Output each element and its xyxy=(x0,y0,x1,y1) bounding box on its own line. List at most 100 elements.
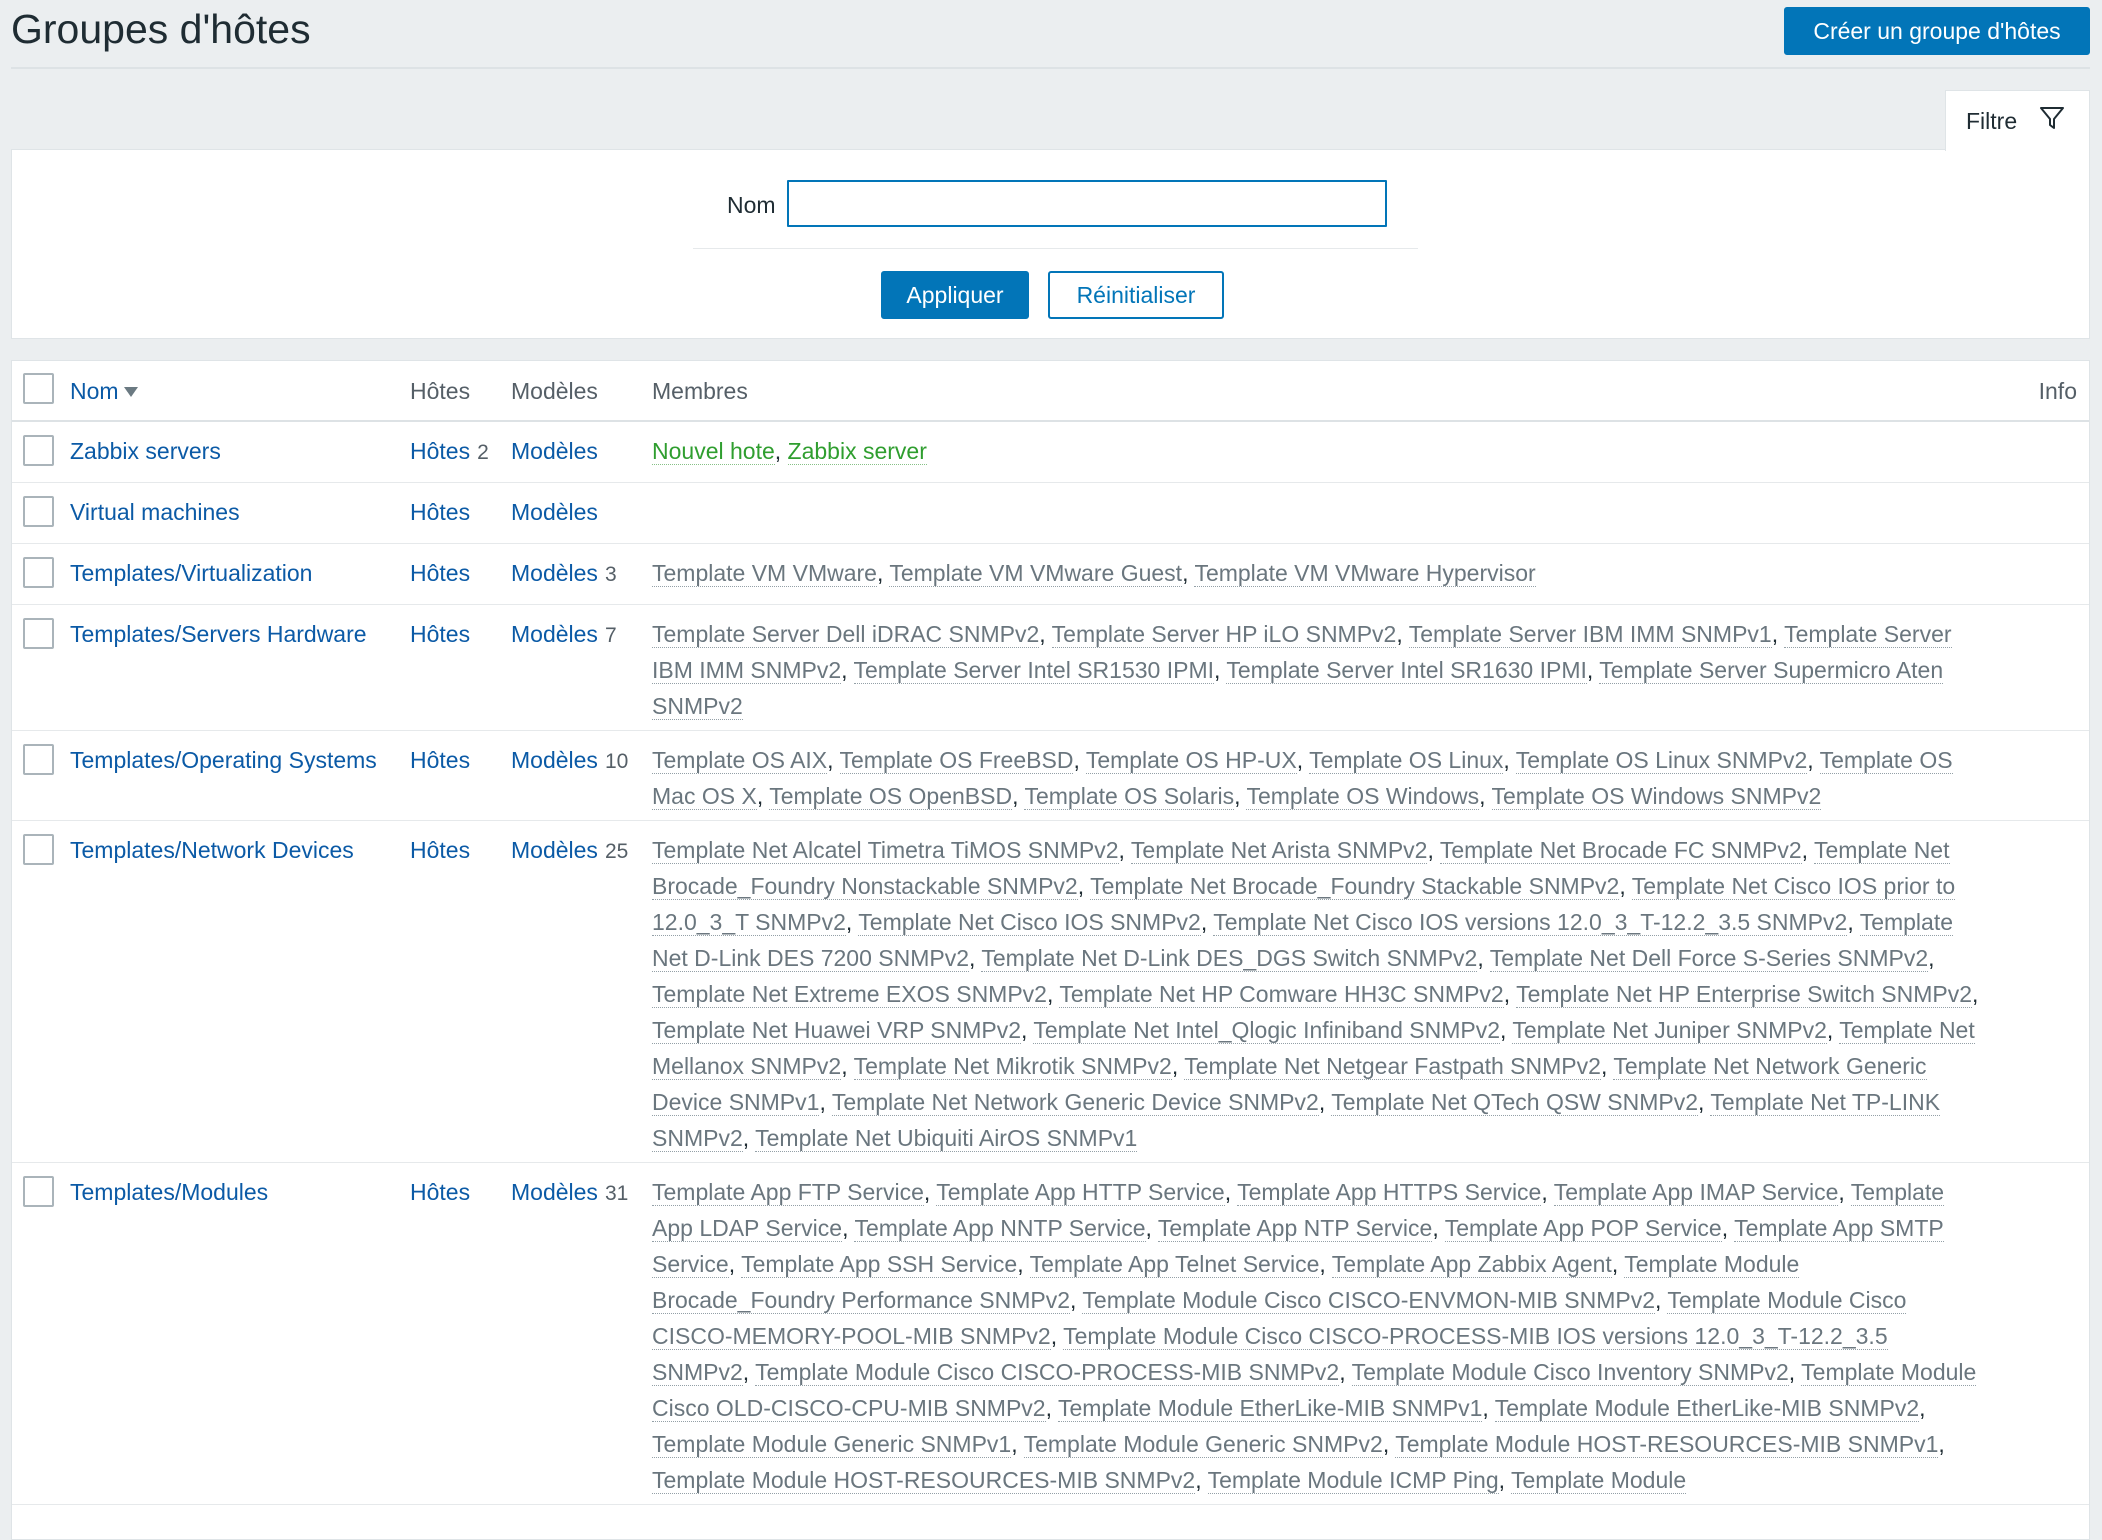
member-template-link[interactable]: Template Net HP Comware HH3C SNMPv2 xyxy=(1059,981,1504,1008)
row-checkbox[interactable] xyxy=(23,744,54,775)
member-template-link[interactable]: Template Module EtherLike-MIB SNMPv2 xyxy=(1494,1395,1920,1422)
member-template-link[interactable]: Template Net Netgear Fastpath SNMPv2 xyxy=(1184,1053,1601,1080)
models-link[interactable]: Modèles xyxy=(511,1179,598,1205)
member-template-link[interactable]: Template App Telnet Service xyxy=(1029,1251,1320,1278)
column-header-name[interactable]: Nom xyxy=(70,361,410,422)
member-template-link[interactable]: Template Net Mikrotik SNMPv2 xyxy=(853,1053,1172,1080)
member-template-link[interactable]: Template Module Cisco CISCO-PROCESS-MIB … xyxy=(755,1359,1340,1386)
member-template-link[interactable]: Template Net Arista SNMPv2 xyxy=(1130,837,1428,864)
member-template-link[interactable]: Template Net Brocade FC SNMPv2 xyxy=(1439,837,1802,864)
member-template-link[interactable]: Template Server IBM IMM SNMPv1 xyxy=(1408,621,1772,648)
member-template-link[interactable]: Template Module HOST-RESOURCES-MIB SNMPv… xyxy=(1395,1431,1939,1458)
column-name-label[interactable]: Nom xyxy=(70,378,119,404)
models-link[interactable]: Modèles xyxy=(511,499,598,525)
models-link[interactable]: Modèles xyxy=(511,837,598,863)
member-template-link[interactable]: Template App IMAP Service xyxy=(1553,1179,1839,1206)
member-template-link[interactable]: Template OS Windows SNMPv2 xyxy=(1491,783,1822,810)
member-template-link[interactable]: Template App NTP Service xyxy=(1157,1215,1433,1242)
members-cell: Nouvel hote, Zabbix server xyxy=(652,421,2025,483)
member-template-link[interactable]: Template OS Linux SNMPv2 xyxy=(1515,747,1808,774)
member-separator: , xyxy=(1339,1359,1352,1385)
hosts-link[interactable]: Hôtes xyxy=(410,747,470,773)
row-checkbox[interactable] xyxy=(23,618,54,649)
create-host-group-button[interactable]: Créer un groupe d'hôtes xyxy=(1784,7,2090,55)
filter-name-input[interactable] xyxy=(787,180,1387,227)
group-name-link[interactable]: Templates/Virtualization xyxy=(70,560,312,586)
member-template-link[interactable]: Template Server HP iLO SNMPv2 xyxy=(1051,621,1397,648)
member-template-link[interactable]: Template Net D-Link DES_DGS Switch SNMPv… xyxy=(981,945,1478,972)
member-template-link[interactable]: Template VM VMware Guest xyxy=(889,560,1183,587)
row-select-cell xyxy=(12,482,70,544)
member-template-link[interactable]: Template Net QTech QSW SNMPv2 xyxy=(1331,1089,1699,1116)
filter-tab[interactable]: Filtre xyxy=(1945,90,2090,151)
row-checkbox[interactable] xyxy=(23,496,54,527)
reset-button[interactable]: Réinitialiser xyxy=(1048,271,1224,319)
member-template-link[interactable]: Template App SSH Service xyxy=(741,1251,1018,1278)
member-template-link[interactable]: Template Server Intel SR1530 IPMI xyxy=(853,657,1214,684)
member-separator: , xyxy=(1503,747,1516,773)
group-name-link[interactable]: Templates/Network Devices xyxy=(70,837,354,863)
member-template-link[interactable]: Template Server Dell iDRAC SNMPv2 xyxy=(652,621,1040,648)
hosts-link[interactable]: Hôtes xyxy=(410,499,470,525)
member-template-link[interactable]: Template OS FreeBSD xyxy=(839,747,1074,774)
member-template-link[interactable]: Template Net Dell Force S-Series SNMPv2 xyxy=(1489,945,1929,972)
member-template-link[interactable]: Template Module Cisco CISCO-ENVMON-MIB S… xyxy=(1082,1287,1655,1314)
member-template-link[interactable]: Template App HTTP Service xyxy=(936,1179,1225,1206)
sort-descending-icon xyxy=(123,387,138,397)
member-template-link[interactable]: Template Module Generic SNMPv2 xyxy=(1023,1431,1383,1458)
row-checkbox[interactable] xyxy=(23,435,54,466)
hosts-link[interactable]: Hôtes xyxy=(410,1179,470,1205)
member-template-link[interactable]: Template Module xyxy=(1511,1467,1687,1494)
member-template-link[interactable]: Template Server Intel SR1630 IPMI xyxy=(1226,657,1587,684)
member-template-link[interactable]: Template App HTTPS Service xyxy=(1237,1179,1542,1206)
member-template-link[interactable]: Template VM VMware xyxy=(652,560,877,587)
member-template-link[interactable]: Template OS Solaris xyxy=(1024,783,1235,810)
member-template-link[interactable]: Template OS Windows xyxy=(1246,783,1480,810)
models-link[interactable]: Modèles xyxy=(511,747,598,773)
hosts-link[interactable]: Hôtes xyxy=(410,438,470,464)
row-checkbox[interactable] xyxy=(23,557,54,588)
hosts-link[interactable]: Hôtes xyxy=(410,621,470,647)
member-host-link[interactable]: Nouvel hote xyxy=(652,438,775,465)
member-template-link[interactable]: Template Module HOST-RESOURCES-MIB SNMPv… xyxy=(652,1467,1196,1494)
member-template-link[interactable]: Template OS AIX xyxy=(652,747,828,774)
member-template-link[interactable]: Template Module Cisco Inventory SNMPv2 xyxy=(1351,1359,1789,1386)
group-name-link[interactable]: Templates/Modules xyxy=(70,1179,268,1205)
member-template-link[interactable]: Template App POP Service xyxy=(1444,1215,1722,1242)
row-checkbox[interactable] xyxy=(23,834,54,865)
member-template-link[interactable]: Template Net Alcatel Timetra TiMOS SNMPv… xyxy=(652,837,1119,864)
member-template-link[interactable]: Template OS OpenBSD xyxy=(769,783,1013,810)
member-template-link[interactable]: Template Net Network Generic Device SNMP… xyxy=(831,1089,1319,1116)
member-template-link[interactable]: Template VM VMware Hypervisor xyxy=(1194,560,1536,587)
member-template-link[interactable]: Template OS HP-UX xyxy=(1085,747,1297,774)
group-name-link[interactable]: Templates/Servers Hardware xyxy=(70,621,367,647)
hosts-link[interactable]: Hôtes xyxy=(410,560,470,586)
member-template-link[interactable]: Template Net Juniper SNMPv2 xyxy=(1512,1017,1827,1044)
member-template-link[interactable]: Template App Zabbix Agent xyxy=(1331,1251,1612,1278)
member-template-link[interactable]: Template Net Intel_Qlogic Infiniband SNM… xyxy=(1033,1017,1501,1044)
member-template-link[interactable]: Template Net HP Enterprise Switch SNMPv2 xyxy=(1516,981,1973,1008)
group-name-link[interactable]: Virtual machines xyxy=(70,499,240,525)
models-link[interactable]: Modèles xyxy=(511,621,598,647)
member-template-link[interactable]: Template App NNTP Service xyxy=(854,1215,1146,1242)
row-checkbox[interactable] xyxy=(23,1176,54,1207)
member-template-link[interactable]: Template Net Brocade_Foundry Stackable S… xyxy=(1090,873,1620,900)
member-template-link[interactable]: Template Net Cisco IOS SNMPv2 xyxy=(858,909,1201,936)
group-name-link[interactable]: Zabbix servers xyxy=(70,438,221,464)
member-template-link[interactable]: Template Net Ubiquiti AirOS SNMPv1 xyxy=(755,1125,1138,1152)
member-template-link[interactable]: Template OS Linux xyxy=(1309,747,1504,774)
member-template-link[interactable]: Template Module ICMP Ping xyxy=(1207,1467,1499,1494)
models-link[interactable]: Modèles xyxy=(511,560,598,586)
member-template-link[interactable]: Template Net Huawei VRP SNMPv2 xyxy=(652,1017,1021,1044)
select-all-checkbox[interactable] xyxy=(23,373,54,404)
member-host-link[interactable]: Zabbix server xyxy=(787,438,927,465)
apply-button[interactable]: Appliquer xyxy=(881,271,1029,319)
member-template-link[interactable]: Template Net Extreme EXOS SNMPv2 xyxy=(652,981,1047,1008)
hosts-link[interactable]: Hôtes xyxy=(410,837,470,863)
member-template-link[interactable]: Template Net Cisco IOS versions 12.0_3_T… xyxy=(1213,909,1848,936)
member-template-link[interactable]: Template Module Generic SNMPv1 xyxy=(652,1431,1012,1458)
models-link[interactable]: Modèles xyxy=(511,438,598,464)
member-template-link[interactable]: Template Module EtherLike-MIB SNMPv1 xyxy=(1057,1395,1483,1422)
member-template-link[interactable]: Template App FTP Service xyxy=(652,1179,924,1206)
group-name-link[interactable]: Templates/Operating Systems xyxy=(70,747,377,773)
